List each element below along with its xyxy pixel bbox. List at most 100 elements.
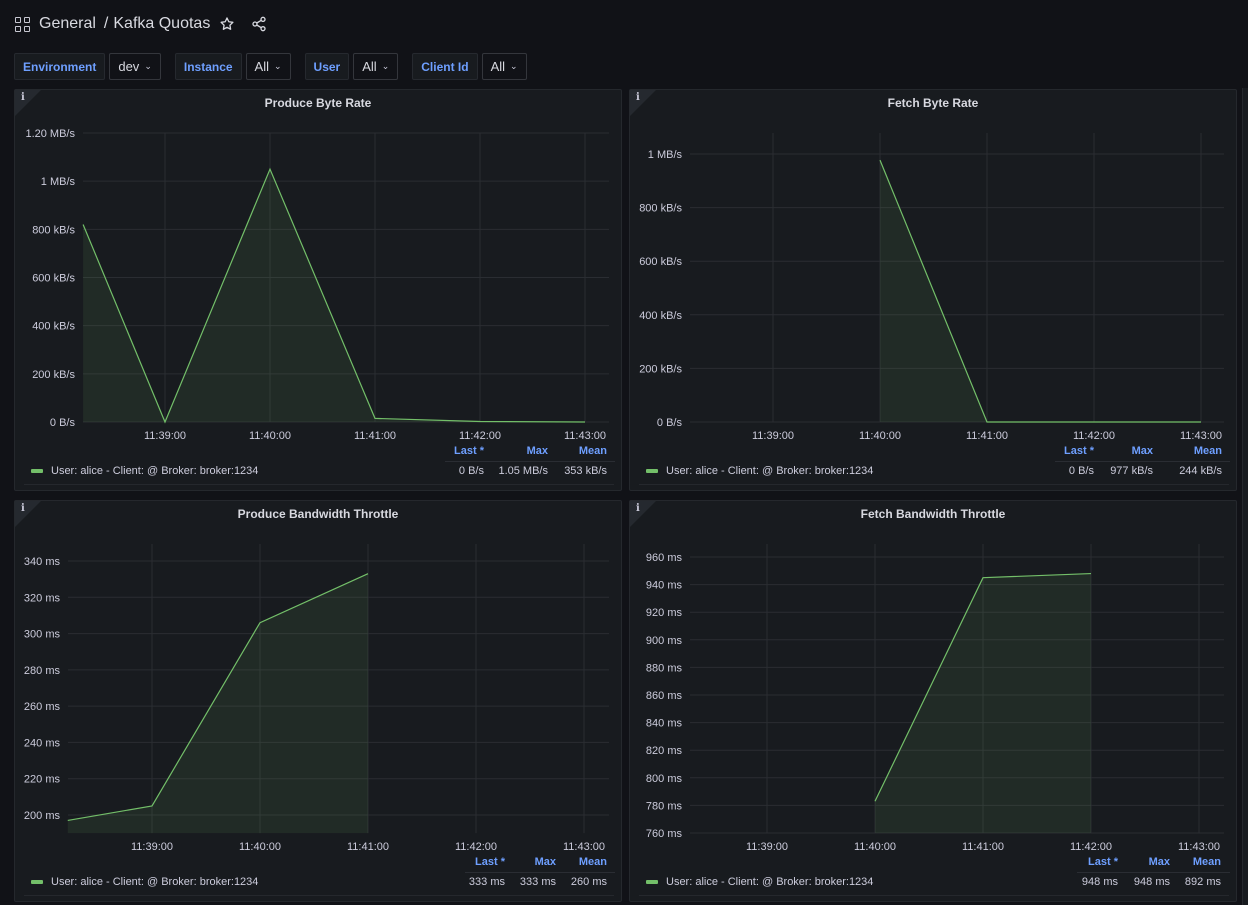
y-tick-label: 240 ms: [24, 737, 61, 749]
legend-swatch: [646, 469, 658, 473]
legend-divider: [1077, 872, 1230, 873]
legend-series-name: User: alice - Client: @ Broker: broker:1…: [51, 876, 259, 888]
chevron-down-icon: ⌄: [510, 61, 518, 71]
panel-fetch-byte-rate: i Fetch Byte Rate 0 B/s 200 kB/s 400 kB/s 6…: [629, 89, 1237, 491]
dashboard-header: General / Kafka Quotas: [0, 0, 1248, 48]
chevron-down-icon: ⌄: [144, 61, 152, 71]
chart-plot: 0 B/s 200 kB/s 400 kB/s 600 kB/s 800 kB/s 1 M…: [639, 133, 1224, 442]
y-tick-label: 800 ms: [646, 773, 683, 785]
legend-last-value: 0 B/s: [1068, 465, 1094, 477]
x-tick-label: 11:43:00: [564, 430, 606, 442]
x-tick-label: 11:42:00: [459, 430, 501, 442]
legend-header-max[interactable]: Max: [512, 445, 548, 457]
variable-environment-select[interactable]: dev ⌄: [109, 53, 161, 80]
panel-produce-byte-rate: i Produce Byte Rate 0 B/s 200 kB/s 400 kB/…: [14, 89, 622, 491]
y-tick-label: 940 ms: [646, 580, 683, 592]
y-tick-label: 880 ms: [646, 662, 683, 674]
variable-environment: Environment dev ⌄: [14, 53, 161, 81]
x-tick-label: 11:39:00: [131, 841, 173, 853]
legend-last-value: 948 ms: [1081, 876, 1118, 888]
legend-max-value: 1.05 MB/s: [498, 465, 548, 477]
y-tick-label: 760 ms: [646, 828, 683, 840]
variable-value: All: [490, 59, 506, 74]
legend-series[interactable]: User: alice - Client: @ Broker: broker:1…: [646, 465, 873, 477]
legend-header-mean[interactable]: Mean: [1185, 856, 1221, 868]
legend-swatch: [646, 880, 658, 884]
y-tick-label: 600 kB/s: [32, 273, 75, 285]
legend-max-value: 948 ms: [1133, 876, 1170, 888]
dashboard-title[interactable]: Kafka Quotas: [113, 15, 210, 33]
variable-user-select[interactable]: All ⌄: [353, 53, 399, 80]
legend-series[interactable]: User: alice - Client: @ Broker: broker:1…: [31, 465, 258, 477]
y-tick-label: 300 ms: [24, 629, 61, 641]
legend-swatch: [31, 469, 43, 473]
y-tick-label: 600 kB/s: [639, 256, 682, 268]
x-tick-label: 11:40:00: [854, 841, 896, 853]
legend-last-value: 333 ms: [468, 876, 505, 888]
legend-series-name: User: alice - Client: @ Broker: broker:1…: [666, 465, 874, 477]
legend-header-last[interactable]: Last *: [452, 445, 484, 457]
x-tick-label: 11:42:00: [1073, 430, 1115, 442]
variable-value: All: [254, 59, 269, 74]
legend-bottom-line: [639, 484, 1229, 485]
variable-label: User: [304, 53, 350, 80]
template-variables: Environment dev ⌄ Instance All ⌄ User All ⌄…: [14, 53, 541, 81]
legend-mean-value: 892 ms: [1184, 876, 1221, 888]
legend-header-mean[interactable]: Mean: [571, 856, 607, 868]
y-tick-label: 0 B/s: [657, 417, 683, 429]
legend-header-max[interactable]: Max: [1134, 856, 1170, 868]
share-icon[interactable]: [250, 15, 268, 33]
series-area-fill: [83, 169, 585, 422]
y-tick-label: 0 B/s: [50, 417, 76, 429]
legend-max-value: 333 ms: [519, 876, 556, 888]
y-tick-label: 840 ms: [646, 718, 683, 730]
x-tick-label: 11:40:00: [859, 430, 901, 442]
legend-header-max[interactable]: Max: [520, 856, 556, 868]
x-tick-label: 11:40:00: [249, 430, 291, 442]
y-tick-label: 820 ms: [646, 745, 683, 757]
legend-mean-value: 260 ms: [570, 876, 607, 888]
y-tick-label: 220 ms: [24, 774, 61, 786]
legend-header-mean[interactable]: Mean: [1186, 445, 1222, 457]
legend-header-last[interactable]: Last *: [1086, 856, 1118, 868]
x-tick-label: 11:40:00: [239, 841, 281, 853]
y-tick-label: 280 ms: [24, 665, 61, 677]
x-tick-label: 11:43:00: [1178, 841, 1220, 853]
legend-swatch: [31, 880, 43, 884]
legend-bottom-line: [24, 484, 614, 485]
legend-series[interactable]: User: alice - Client: @ Broker: broker:1…: [646, 876, 873, 888]
legend-bottom-line: [24, 895, 614, 896]
legend-divider: [465, 872, 615, 873]
variable-instance-select[interactable]: All ⌄: [245, 53, 291, 80]
variable-instance: Instance All ⌄: [174, 53, 291, 81]
chevron-down-icon: ⌄: [381, 61, 390, 71]
variable-label: Client Id: [412, 53, 478, 80]
y-tick-label: 860 ms: [646, 690, 683, 702]
star-icon[interactable]: [218, 15, 236, 33]
breadcrumb-separator: /: [103, 15, 109, 32]
legend-series-name: User: alice - Client: @ Broker: broker:1…: [51, 465, 259, 477]
y-tick-label: 780 ms: [646, 800, 683, 812]
chart-plot: 760 ms 780 ms 800 ms 820 ms 840 ms 860 ms 880 …: [646, 544, 1224, 853]
y-tick-label: 340 ms: [24, 556, 61, 568]
x-tick-label: 11:41:00: [962, 841, 1004, 853]
y-tick-label: 1.20 MB/s: [25, 128, 75, 140]
legend-header-last[interactable]: Last *: [473, 856, 505, 868]
legend-series[interactable]: User: alice - Client: @ Broker: broker:1…: [31, 876, 258, 888]
x-tick-label: 11:41:00: [347, 841, 389, 853]
legend-divider: [445, 461, 615, 462]
variable-label: Environment: [14, 53, 106, 80]
y-tick-label: 320 ms: [24, 592, 61, 604]
legend-header-last[interactable]: Last *: [1062, 445, 1094, 457]
grid-icon[interactable]: [15, 16, 30, 32]
variable-client-id-select[interactable]: All ⌄: [481, 53, 527, 80]
legend-mean-value: 353 kB/s: [564, 465, 607, 477]
chart-plot: 200 ms 220 ms 240 ms 260 ms 280 ms 300 ms 320 …: [24, 544, 609, 853]
x-tick-label: 11:39:00: [752, 430, 794, 442]
legend-header-max[interactable]: Max: [1117, 445, 1153, 457]
adjacent-panel-edge: [1242, 88, 1248, 905]
legend-header-mean[interactable]: Mean: [571, 445, 607, 457]
x-tick-label: 11:42:00: [455, 841, 497, 853]
legend-series-name: User: alice - Client: @ Broker: broker:1…: [666, 876, 874, 888]
breadcrumb-folder[interactable]: General: [39, 15, 96, 33]
